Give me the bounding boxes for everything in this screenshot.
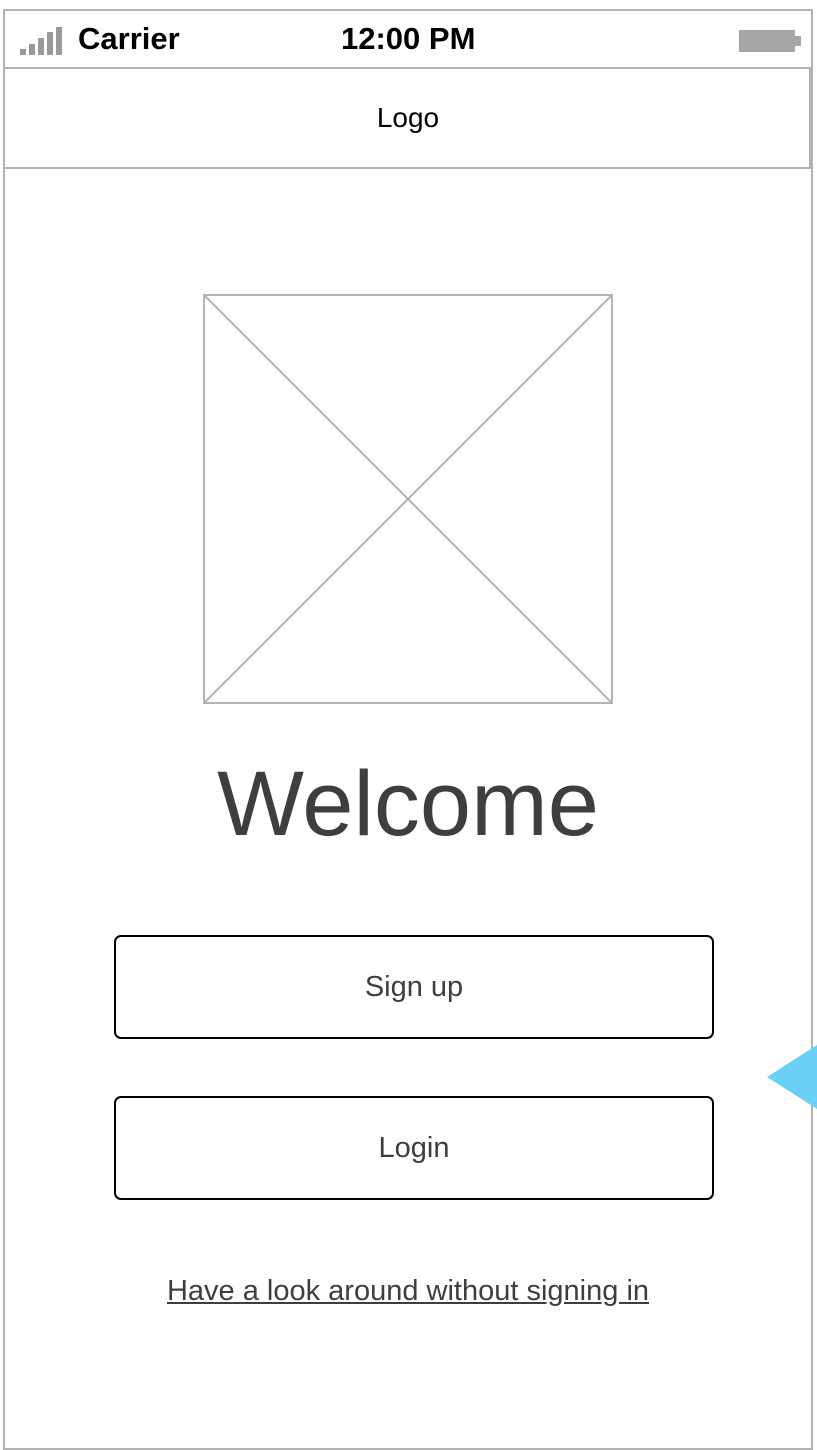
welcome-title: Welcome bbox=[217, 753, 599, 855]
login-button[interactable]: Login bbox=[114, 1096, 714, 1200]
guest-browse-link[interactable]: Have a look around without signing in bbox=[5, 1273, 811, 1309]
battery-icon bbox=[739, 30, 801, 52]
status-time: 12:00 PM bbox=[341, 21, 476, 56]
carrier-label: Carrier bbox=[78, 21, 180, 56]
phone-frame: Carrier 12:00 PM Logo Welcome Sign up Lo… bbox=[3, 9, 813, 1450]
triangle-marker-icon bbox=[767, 1045, 817, 1109]
signup-button-label: Sign up bbox=[364, 970, 464, 1003]
logo: Logo bbox=[376, 102, 440, 133]
app-header: Logo bbox=[5, 67, 811, 169]
status-bar: Carrier 12:00 PM bbox=[5, 11, 811, 69]
signal-bars-icon bbox=[20, 27, 62, 55]
login-button-label: Login bbox=[378, 1131, 450, 1164]
image-placeholder-icon bbox=[203, 294, 613, 704]
signup-button[interactable]: Sign up bbox=[114, 935, 714, 1039]
